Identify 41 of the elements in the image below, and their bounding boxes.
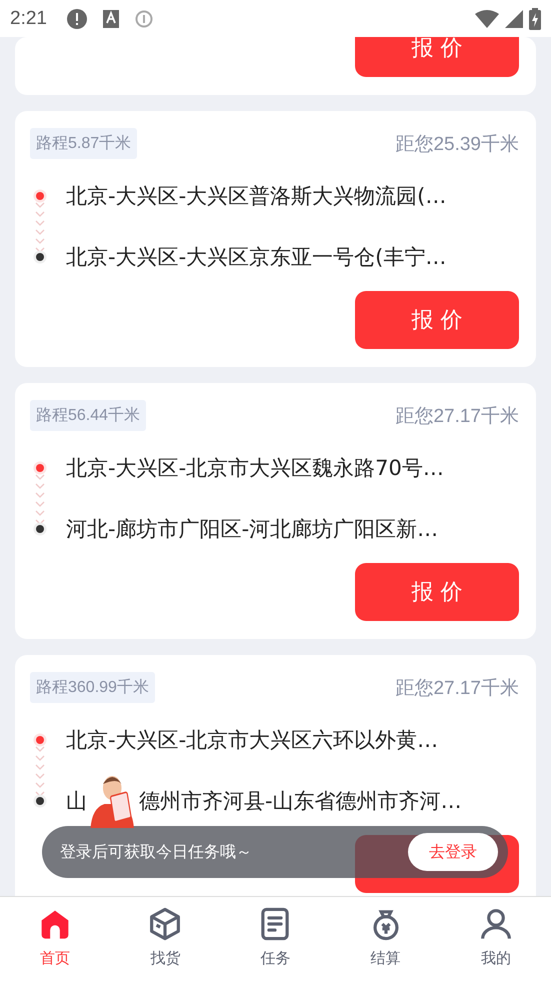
distance-to-you: 距您25.39千米 [395,132,519,156]
route-dot-icon [33,250,47,264]
origin-address: 北京-大兴区-北京市大兴区六环以外黄… [66,727,440,754]
login-button[interactable]: 去登录 [408,833,498,871]
route-dot-icon [33,522,47,536]
route-dot-icon [33,189,47,203]
route-distance-tag: 路程56.44千米 [30,400,146,431]
origin-address: 北京-大兴区-大兴区普洛斯大兴物流园(… [66,183,448,210]
destination-address: 河北-廊坊市广阳区-河北廊坊广阳区新… [66,516,440,543]
quote-button[interactable]: 报 价 [355,563,519,621]
destination-address: 德州市齐河县-山东省德州市齐河… [139,788,462,815]
toast-message: 登录后可获取今日任务哦～ [60,842,252,862]
distance-to-you: 距您27.17千米 [395,404,519,428]
quote-button[interactable]: 报 价 [355,291,519,349]
destination-address: 山 [66,788,87,815]
tab-bar-item[interactable]: 首页 [0,897,110,981]
signal-icon [505,10,523,28]
route-dot-icon [33,794,47,808]
route-distance-tag: 路程360.99千米 [30,672,155,703]
destination-address: 北京-大兴区-大兴区京东亚一号仓(丰宁… [66,244,448,271]
route-dot-icon [33,461,47,475]
tab-bar-item[interactable]: 任务 [220,897,331,981]
route-dot-icon [33,733,47,747]
dotted-line-icon [34,200,46,254]
tab-bar-item[interactable]: 结算 [330,897,441,981]
origin-address: 北京-大兴区-北京市大兴区魏永路70号… [66,455,445,482]
keyboard-icon [102,10,119,28]
alert-icon [66,8,87,28]
status-time: 2:21 [10,8,47,30]
battery-icon [529,8,541,30]
user-icon [478,907,513,941]
tab-bar-item[interactable]: 找货 [110,897,220,981]
info-icon [134,10,153,28]
route-distance-tag: 路程5.87千米 [30,128,138,159]
dotted-line-icon [34,472,46,526]
dotted-line-icon [34,744,46,798]
tab-bar-item[interactable]: 我的 [440,897,551,981]
wifi-icon [475,10,499,28]
box-icon [148,907,182,941]
quote-button[interactable]: 报 价 [355,37,519,77]
distance-to-you: 距您27.17千米 [395,676,519,700]
